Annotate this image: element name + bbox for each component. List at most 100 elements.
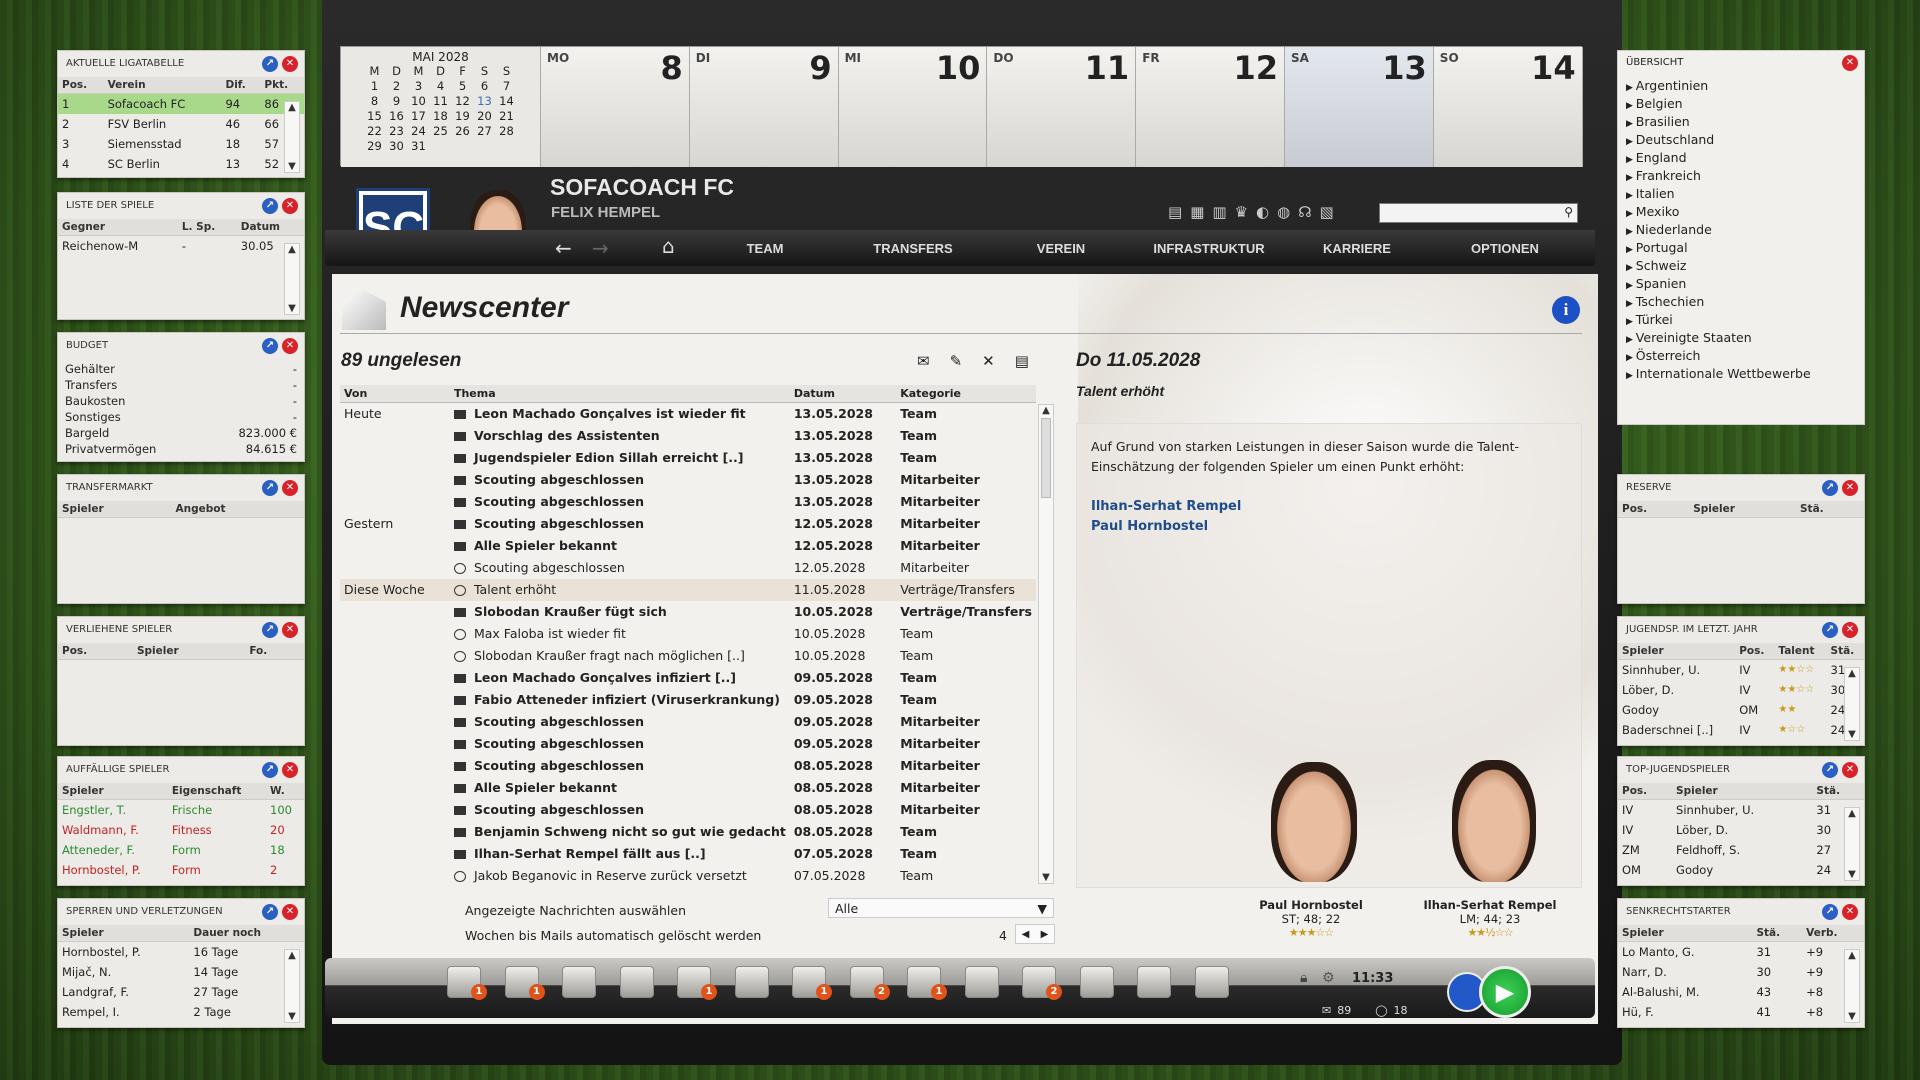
scroll-up-icon[interactable]: ▲ — [1845, 668, 1859, 679]
table-row[interactable]: Scouting abgeschlossen 09.05.2028 Mitarbei… — [340, 711, 1036, 733]
player-card[interactable]: Paul Hornbostel ST; 48; 22 ★★★☆☆ — [1226, 898, 1396, 940]
col-kategorie[interactable]: Kategorie — [896, 385, 1036, 403]
sponsors-icon[interactable] — [1079, 966, 1114, 998]
country-item[interactable]: ▶ Spanien — [1626, 276, 1864, 294]
table-row[interactable]: Godoy OM ★★ 24 — [1618, 700, 1864, 720]
history-icon[interactable]: ◐ — [1256, 203, 1269, 221]
mini-day[interactable]: 10 — [408, 94, 430, 109]
table-row[interactable]: Narr, D. 30 +9 — [1618, 962, 1864, 982]
mini-day[interactable]: 3 — [408, 79, 430, 94]
open-icon[interactable]: ↗ — [1822, 622, 1838, 638]
scroll-down-icon[interactable]: ▼ — [285, 303, 299, 314]
mini-calendar-grid[interactable]: M D M D F S S 1 2 3 4 5 6 7 8 9 10 11 12 13 14 15 16 17 18 19 20 21… — [341, 64, 540, 154]
scroll-down-icon[interactable]: ▼ — [285, 161, 299, 172]
increase-icon[interactable]: ▶ — [1041, 929, 1049, 940]
column-header[interactable]: Datum — [236, 219, 304, 236]
country-item[interactable]: ▶ Niederlande — [1626, 222, 1864, 240]
scroll-up-icon[interactable]: ▲ — [1845, 950, 1859, 961]
nav-infrastruktur[interactable]: INFRASTRUKTUR — [1135, 241, 1283, 256]
mini-day[interactable]: 4 — [430, 79, 452, 94]
expand-icon[interactable]: ▶ — [1626, 101, 1636, 111]
column-header[interactable]: Spieler — [1618, 643, 1736, 660]
training-icon[interactable] — [619, 966, 654, 998]
table-row[interactable]: Hü, F. 41 +8 — [1618, 1002, 1864, 1022]
column-header[interactable]: Spieler — [58, 783, 168, 800]
expand-icon[interactable]: ▶ — [1626, 209, 1636, 219]
lineup-icon[interactable] — [562, 966, 596, 998]
close-icon[interactable]: ✕ — [1842, 55, 1858, 71]
mini-calendar[interactable]: MAI 2028 M D M D F S S 1 2 3 4 5 6 7 8 9 10 11 12 13 14 15 16 1… — [341, 47, 541, 167]
column-header[interactable]: Pos. — [1618, 501, 1690, 518]
expand-icon[interactable]: ▶ — [1626, 353, 1636, 363]
open-icon[interactable]: ↗ — [262, 56, 278, 72]
settings-icon[interactable]: ⚙ — [1322, 970, 1335, 986]
expand-icon[interactable]: ▶ — [1626, 191, 1636, 201]
expand-icon[interactable]: ▶ — [1626, 119, 1636, 129]
country-item[interactable]: ▶ Türkei — [1626, 312, 1864, 330]
table-row[interactable]: Gestern Scouting abgeschlossen 12.05.2028 M… — [340, 513, 1036, 535]
country-item[interactable]: ▶ Argentinien — [1626, 78, 1864, 96]
column-header[interactable]: Spieler — [1618, 925, 1753, 942]
nav-optionen[interactable]: OPTIONEN — [1431, 241, 1579, 256]
column-header[interactable]: Pkt. — [260, 77, 304, 94]
table-row[interactable]: Leon Machado Gonçalves infiziert [..] 09.… — [340, 667, 1036, 689]
mini-day[interactable]: 24 — [408, 124, 430, 139]
country-item[interactable]: ▶ Internationale Wettbewerbe — [1626, 366, 1864, 384]
country-item[interactable]: ▶ Italien — [1626, 186, 1864, 204]
column-header[interactable]: Eigenschaft — [167, 783, 267, 800]
mini-day[interactable]: 22 — [364, 124, 386, 139]
widget-scrollbar[interactable]: ▲ ▼ — [1844, 807, 1860, 881]
mini-day[interactable]: 19 — [452, 109, 474, 124]
mini-day[interactable]: 20 — [474, 109, 496, 124]
column-header[interactable]: Dif. — [221, 77, 261, 94]
col-thema[interactable]: Thema — [449, 385, 790, 403]
close-icon[interactable]: ✕ — [282, 56, 298, 72]
report-icon[interactable]: ▧ — [1320, 203, 1334, 221]
table-row[interactable]: Ilhan-Serhat Rempel fällt aus [..] 07.05.… — [340, 843, 1036, 865]
filter-select[interactable]: Alle ▼ — [828, 898, 1054, 918]
close-icon[interactable]: ✕ — [282, 480, 298, 496]
expand-icon[interactable]: ▶ — [1626, 155, 1636, 165]
fans-icon[interactable] — [1194, 966, 1229, 998]
chevron-down-icon[interactable]: ▼ — [1037, 901, 1047, 916]
column-header[interactable]: Pos. — [1618, 783, 1673, 800]
player-link[interactable]: Paul Hornbostel — [1091, 517, 1241, 537]
open-icon[interactable]: ↗ — [262, 338, 278, 354]
scroll-up-icon[interactable]: ▲ — [285, 102, 299, 113]
open-icon[interactable]: ↗ — [262, 762, 278, 778]
medical-icon[interactable] — [734, 966, 769, 998]
table-row[interactable]: Lo Manto, G. 31 +9 — [1618, 942, 1864, 962]
scroll-down-icon[interactable]: ▼ — [1845, 869, 1859, 880]
mini-day[interactable]: 16 — [386, 109, 408, 124]
mini-day[interactable]: 30 — [386, 139, 408, 154]
scroll-up-icon[interactable]: ▲ — [1845, 808, 1859, 819]
search-scout-icon[interactable] — [964, 966, 999, 998]
open-icon[interactable]: ↗ — [1822, 762, 1838, 778]
close-icon[interactable]: ✕ — [1842, 480, 1858, 496]
expand-icon[interactable]: ▶ — [1626, 317, 1636, 327]
scroll-up-icon[interactable]: ▲ — [285, 244, 299, 255]
column-header[interactable]: Spieler — [58, 501, 172, 518]
table-row[interactable]: Slobodan Kraußer fragt nach möglichen [.… — [340, 645, 1036, 667]
mini-day[interactable]: 15 — [364, 109, 386, 124]
player-link[interactable]: Ilhan-Serhat Rempel — [1091, 497, 1241, 517]
col-datum[interactable]: Datum — [789, 385, 897, 403]
player-portrait[interactable] — [1271, 762, 1357, 882]
close-icon[interactable]: ✕ — [282, 338, 298, 354]
column-header[interactable]: Dauer noch — [189, 925, 304, 942]
table-row[interactable]: Jugendspieler Edion Sillah erreicht [..]… — [340, 447, 1036, 469]
column-header[interactable]: Pos. — [58, 77, 104, 94]
column-header[interactable]: Stä. — [1826, 643, 1864, 660]
column-header[interactable]: L. Sp. — [177, 219, 237, 236]
table-row[interactable]: IV Sinnhuber, U. 31 — [1618, 800, 1864, 820]
expand-icon[interactable]: ▶ — [1626, 335, 1636, 345]
table-row[interactable]: Benjamin Schweng nicht so gut wie gedach… — [340, 821, 1036, 843]
country-item[interactable]: ▶ Frankreich — [1626, 168, 1864, 186]
table-row[interactable]: Sinnhuber, U. IV ★★☆☆ 31 — [1618, 660, 1864, 680]
nav-verein[interactable]: VEREIN — [987, 241, 1135, 256]
mini-day[interactable]: 1 — [364, 79, 386, 94]
scroll-down-icon[interactable]: ▼ — [285, 1011, 299, 1022]
mark-all-read-icon[interactable]: ✎ — [950, 352, 963, 370]
mini-day[interactable]: 13 — [474, 94, 496, 109]
close-icon[interactable]: ✕ — [1842, 904, 1858, 920]
